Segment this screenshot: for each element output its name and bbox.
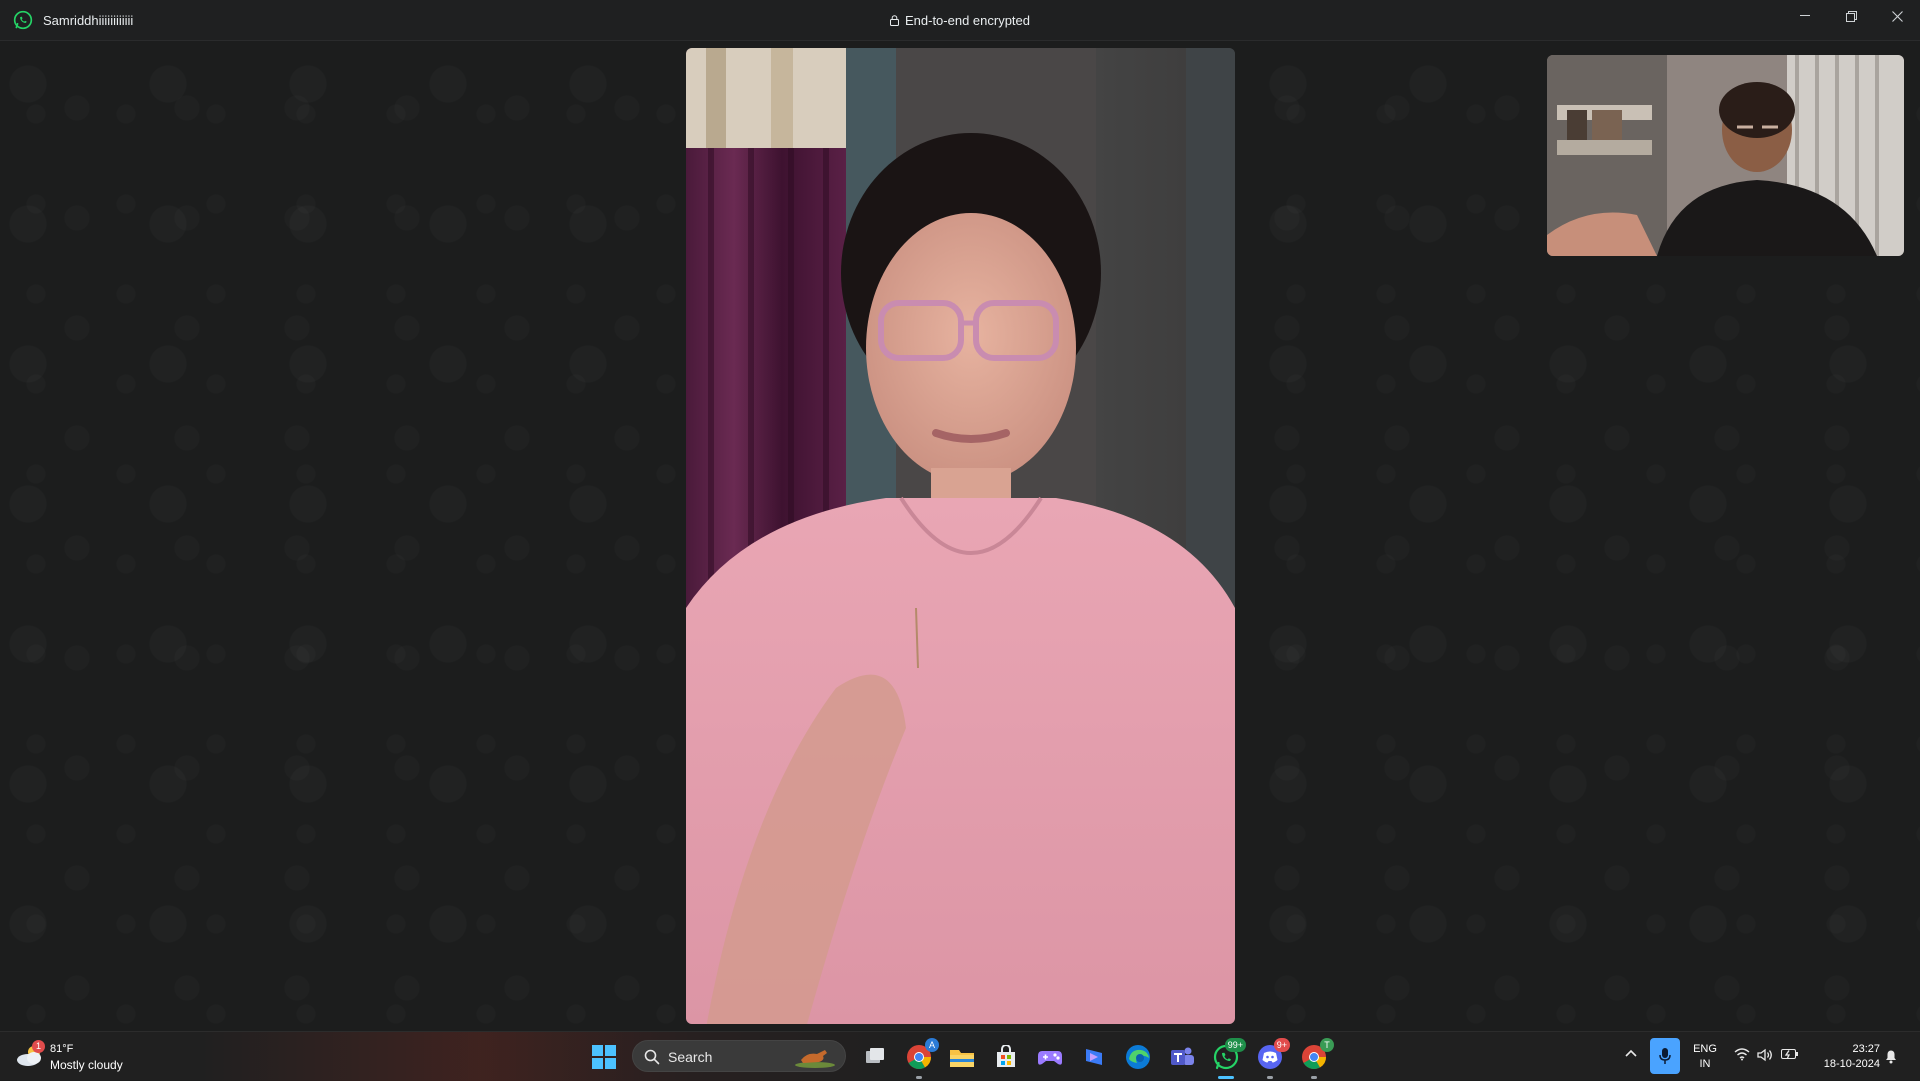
restore-icon: [1845, 10, 1857, 22]
minimize-button[interactable]: [1782, 0, 1828, 32]
game-controller-icon: [1038, 1051, 1062, 1065]
task-view-button[interactable]: [859, 1041, 891, 1073]
running-indicator: [1267, 1076, 1273, 1079]
whatsapp-unread-badge: 99+: [1224, 1038, 1246, 1052]
chrome-button[interactable]: A: [903, 1038, 939, 1079]
encryption-label: End-to-end encrypted: [904, 13, 1031, 28]
active-indicator: [1218, 1076, 1234, 1079]
clock-time: 23:27: [1852, 1043, 1880, 1055]
volume-icon[interactable]: [1757, 1048, 1773, 1062]
self-view-frame: [1547, 55, 1904, 256]
system-clock[interactable]: 23:27 18-10-2024: [1808, 1042, 1880, 1072]
task-view-icon: [866, 1048, 884, 1063]
discord-button[interactable]: 9+: [1254, 1038, 1290, 1079]
microphone-icon: [1659, 1048, 1671, 1064]
battery-charging-icon[interactable]: [1781, 1048, 1799, 1060]
weather-condition: Mostly cloudy: [50, 1058, 123, 1072]
running-indicator: [1311, 1076, 1317, 1079]
weather-temperature: 81°F: [50, 1043, 74, 1055]
lock-icon: [889, 15, 899, 26]
microsoft-store-button[interactable]: [990, 1041, 1022, 1073]
remote-video: [686, 48, 1235, 1024]
file-explorer-button[interactable]: [946, 1041, 978, 1073]
start-button[interactable]: [591, 1044, 617, 1070]
taskbar-search[interactable]: Search: [632, 1040, 846, 1072]
close-icon: [1891, 10, 1903, 22]
weather-alert-badge: 1: [32, 1040, 45, 1053]
store-icon: [997, 1045, 1015, 1067]
region-code: IN: [1699, 1058, 1711, 1070]
encryption-status: End-to-end encrypted: [0, 13, 1920, 28]
taskbar: 1 81°F Mostly cloudy Search A 99+ 9+ T E…: [0, 1031, 1920, 1081]
language-indicator[interactable]: ENG IN: [1690, 1042, 1720, 1072]
remote-video-frame: [686, 48, 1235, 1024]
title-bar: Samriddhiiiiiiiiiiii End-to-end encrypte…: [0, 0, 1920, 41]
running-indicator: [916, 1076, 922, 1079]
chevron-up-icon[interactable]: [1624, 1048, 1638, 1058]
language-code: ENG: [1693, 1043, 1717, 1055]
edge-icon: [1126, 1045, 1150, 1069]
bing-copilot-button[interactable]: [1078, 1041, 1110, 1073]
wifi-icon[interactable]: [1734, 1048, 1750, 1061]
chrome-profile-badge: A: [925, 1038, 939, 1052]
teams-button[interactable]: [1166, 1041, 1198, 1073]
search-highlight-art-icon: [795, 1050, 835, 1068]
microphone-in-use-button[interactable]: [1650, 1038, 1680, 1074]
search-label: Search: [668, 1049, 713, 1065]
search-icon: [644, 1049, 660, 1065]
chrome-profile-badge: T: [1320, 1038, 1334, 1052]
clock-date: 18-10-2024: [1823, 1058, 1880, 1070]
discord-notification-badge: 9+: [1273, 1038, 1290, 1052]
edge-button[interactable]: [1122, 1041, 1154, 1073]
close-button[interactable]: [1874, 0, 1920, 32]
game-controller-button[interactable]: [1034, 1041, 1066, 1073]
weather-widget[interactable]: 1 81°F Mostly cloudy: [16, 1040, 156, 1074]
teams-icon: [1171, 1047, 1194, 1065]
whatsapp-button[interactable]: 99+: [1210, 1038, 1246, 1079]
minimize-icon: [1800, 15, 1810, 16]
folder-icon: [950, 1050, 974, 1067]
notification-bell-icon[interactable]: [1884, 1048, 1898, 1064]
self-view-video[interactable]: [1547, 55, 1904, 256]
chrome-profile-button[interactable]: T: [1298, 1038, 1334, 1079]
copilot-icon: [1086, 1049, 1102, 1065]
restore-button[interactable]: [1828, 0, 1874, 32]
